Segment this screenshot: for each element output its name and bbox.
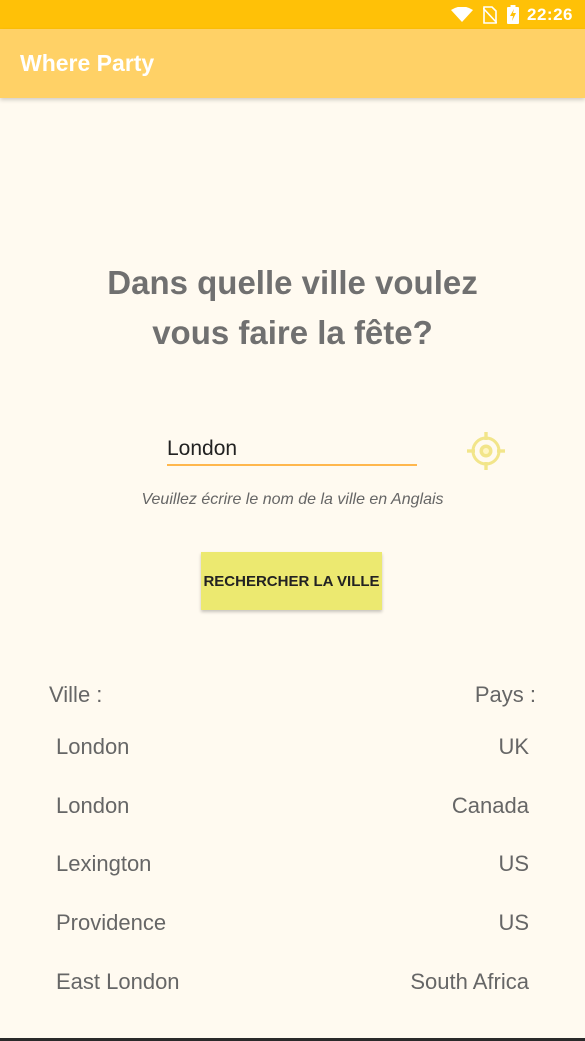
question-heading: Dans quelle ville voulez vous faire la f… xyxy=(0,258,585,358)
gps-target-icon xyxy=(466,432,506,475)
status-bar: 22:26 xyxy=(0,0,585,29)
no-sim-icon xyxy=(483,5,498,24)
result-country: US xyxy=(498,851,529,877)
result-country: US xyxy=(498,910,529,936)
country-column-header: Pays : xyxy=(474,682,536,707)
result-country: UK xyxy=(498,734,529,760)
result-city: East London xyxy=(56,968,180,994)
results-list: London UK London Canada Lexington US Pro… xyxy=(0,718,585,1011)
result-row[interactable]: East London South Africa xyxy=(0,952,585,1011)
result-row[interactable]: Lexington US xyxy=(0,835,585,894)
result-city: Providence xyxy=(56,910,167,936)
wifi-icon xyxy=(451,6,474,23)
result-row[interactable]: Providence US xyxy=(0,894,585,953)
result-city: Lexington xyxy=(56,851,152,877)
locate-button[interactable] xyxy=(466,431,506,471)
status-time: 22:26 xyxy=(527,4,573,24)
city-column-header: Ville : xyxy=(49,682,103,707)
app-bar: Where Party xyxy=(0,29,585,98)
result-row[interactable]: London Canada xyxy=(0,777,585,836)
question-line-2: vous faire la fête? xyxy=(152,314,433,351)
result-row[interactable]: London UK xyxy=(0,718,585,777)
result-city: London xyxy=(56,734,130,760)
app-title: Where Party xyxy=(20,50,155,76)
city-input[interactable] xyxy=(167,434,417,466)
search-city-button[interactable]: RECHERCHER LA VILLE xyxy=(201,552,382,610)
result-city: London xyxy=(56,792,130,818)
result-country: Canada xyxy=(451,792,529,818)
input-hint: Veuillez écrire le nom de la ville en An… xyxy=(141,491,444,508)
question-line-1: Dans quelle ville voulez xyxy=(107,264,478,301)
battery-charging-icon xyxy=(507,5,520,24)
result-country: South Africa xyxy=(410,968,529,994)
